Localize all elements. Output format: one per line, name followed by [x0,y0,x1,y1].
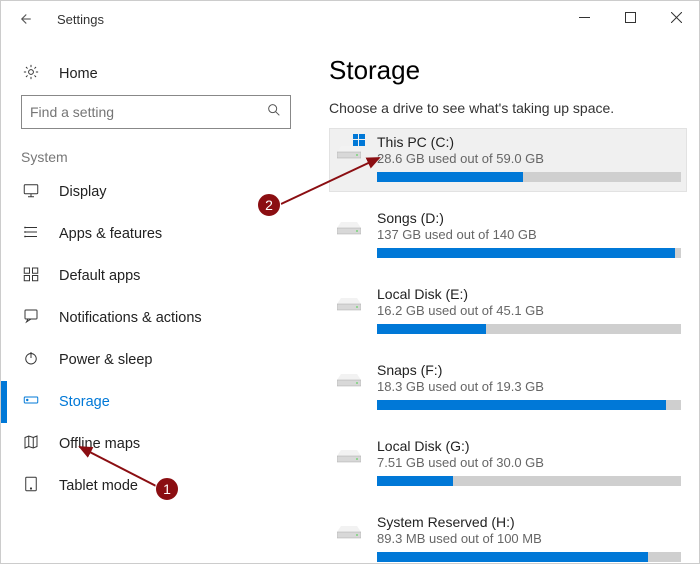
sidebar-item-power-sleep[interactable]: Power & sleep [1,339,311,381]
drive-usage-text: 137 GB used out of 140 GB [377,227,681,242]
sidebar-item-apps-features[interactable]: Apps & features [1,213,311,255]
sidebar-item-default-apps[interactable]: Default apps [1,255,311,297]
sidebar-item-label: Apps & features [59,226,162,242]
main-content: Storage Choose a drive to see what's tak… [311,37,699,563]
usage-bar-fill [377,476,453,486]
drive-usage-text: 16.2 GB used out of 45.1 GB [377,303,681,318]
drive-name: Local Disk (E:) [377,286,681,302]
drive-icon [335,438,363,486]
drive-icon [335,134,363,182]
sidebar-item-notifications[interactable]: Notifications & actions [1,297,311,339]
section-label: System [1,141,311,171]
usage-bar [377,400,681,410]
usage-bar [377,248,681,258]
sidebar-item-label: Power & sleep [59,352,153,368]
drive-usage-text: 28.6 GB used out of 59.0 GB [377,151,681,166]
sidebar-item-offline-maps[interactable]: Offline maps [1,423,311,465]
maps-icon [21,433,41,455]
minimize-icon [579,12,590,23]
drive-name: Songs (D:) [377,210,681,226]
usage-bar-fill [377,552,648,562]
usage-bar-fill [377,324,486,334]
sidebar-item-label: Display [59,184,107,200]
window-title: Settings [57,12,104,27]
display-icon [21,181,41,203]
active-indicator [1,381,7,423]
drive-item[interactable]: Snaps (F:)18.3 GB used out of 19.3 GB [329,356,687,420]
usage-bar-fill [377,172,523,182]
drive-name: This PC (C:) [377,134,681,150]
drive-item[interactable]: Local Disk (E:)16.2 GB used out of 45.1 … [329,280,687,344]
drive-usage-text: 89.3 MB used out of 100 MB [377,531,681,546]
search-input[interactable] [21,95,291,129]
usage-bar [377,476,681,486]
drive-list: This PC (C:)28.6 GB used out of 59.0 GB S… [329,128,687,563]
minimize-button[interactable] [561,1,607,33]
drive-body: System Reserved (H:)89.3 MB used out of … [377,514,681,562]
drive-name: Snaps (F:) [377,362,681,378]
arrow-left-icon [18,10,36,28]
drive-item[interactable]: Local Disk (G:)7.51 GB used out of 30.0 … [329,432,687,496]
drive-body: Local Disk (E:)16.2 GB used out of 45.1 … [377,286,681,334]
close-icon [671,12,682,23]
back-button[interactable] [11,3,43,35]
drive-usage-text: 18.3 GB used out of 19.3 GB [377,379,681,394]
drive-body: This PC (C:)28.6 GB used out of 59.0 GB [377,134,681,182]
drive-usage-text: 7.51 GB used out of 30.0 GB [377,455,681,470]
sidebar-item-label: Notifications & actions [59,310,202,326]
drive-item[interactable]: Songs (D:)137 GB used out of 140 GB [329,204,687,268]
search-icon [266,102,282,123]
drive-name: System Reserved (H:) [377,514,681,530]
settings-window: Settings Home [0,0,700,564]
drive-icon [335,514,363,562]
usage-bar [377,552,681,562]
drive-body: Snaps (F:)18.3 GB used out of 19.3 GB [377,362,681,410]
page-subtitle: Choose a drive to see what's taking up s… [329,100,687,116]
home-label: Home [59,66,98,82]
annotation-badge-2: 2 [257,193,281,217]
home-button[interactable]: Home [1,53,311,95]
drive-icon [335,286,363,334]
drive-body: Local Disk (G:)7.51 GB used out of 30.0 … [377,438,681,486]
annotation-badge-1: 1 [155,477,179,501]
maximize-button[interactable] [607,1,653,33]
sidebar-item-storage[interactable]: Storage [1,381,311,423]
page-title: Storage [329,55,687,86]
title-bar: Settings [1,1,699,37]
notifications-icon [21,307,41,329]
sidebar-item-label: Tablet mode [59,478,138,494]
drive-body: Songs (D:)137 GB used out of 140 GB [377,210,681,258]
apps-icon [21,223,41,245]
drive-item[interactable]: This PC (C:)28.6 GB used out of 59.0 GB [329,128,687,192]
sidebar-item-label: Offline maps [59,436,140,452]
window-controls [561,1,699,33]
sidebar-item-label: Storage [59,394,110,410]
close-button[interactable] [653,1,699,33]
tablet-icon [21,475,41,497]
drive-icon [335,210,363,258]
default-apps-icon [21,265,41,287]
maximize-icon [625,12,636,23]
usage-bar [377,172,681,182]
usage-bar-fill [377,400,666,410]
gear-icon [21,63,41,85]
power-icon [21,349,41,371]
sidebar-item-label: Default apps [59,268,140,284]
drive-icon [335,362,363,410]
usage-bar-fill [377,248,675,258]
drive-name: Local Disk (G:) [377,438,681,454]
usage-bar [377,324,681,334]
drive-item[interactable]: System Reserved (H:)89.3 MB used out of … [329,508,687,563]
search-field[interactable] [30,104,266,120]
storage-icon [21,391,41,413]
